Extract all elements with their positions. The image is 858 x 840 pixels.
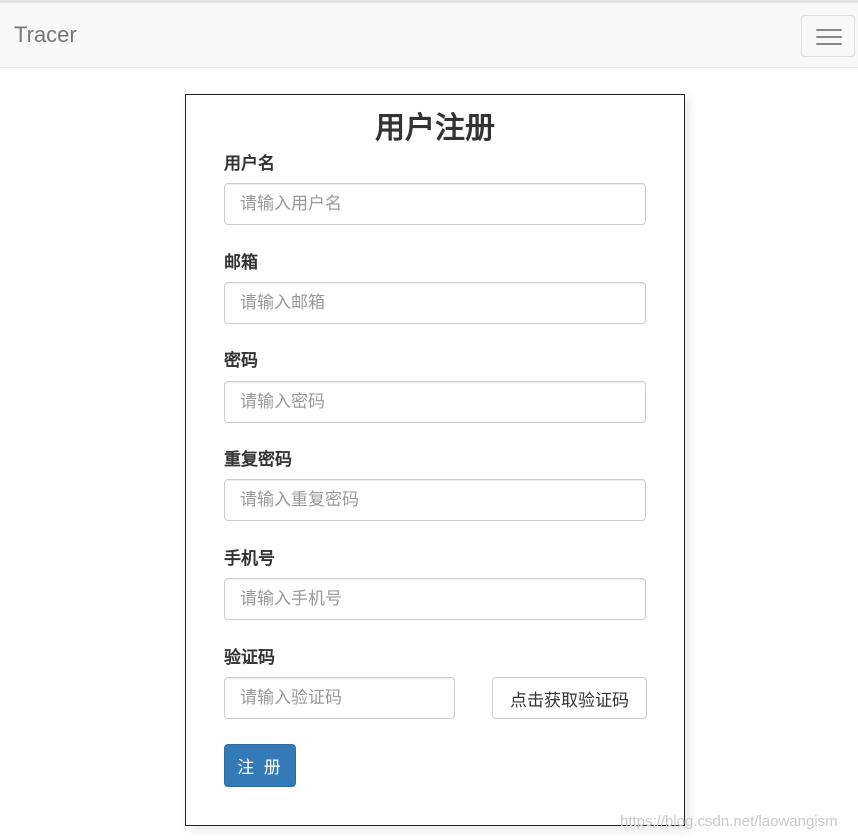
- navbar-toggle-button[interactable]: [801, 15, 855, 57]
- navbar: Tracer: [0, 3, 858, 68]
- username-input[interactable]: [224, 183, 646, 225]
- email-label: 邮箱: [224, 253, 258, 273]
- navbar-brand[interactable]: Tracer: [14, 21, 77, 49]
- password-label: 密码: [224, 351, 258, 371]
- email-input[interactable]: [224, 282, 646, 324]
- password-input[interactable]: [224, 381, 646, 423]
- register-submit-button[interactable]: 注 册: [224, 744, 296, 787]
- confirm-password-input[interactable]: [224, 479, 646, 521]
- mobile-input[interactable]: [224, 578, 646, 620]
- form-title: 用户注册: [375, 111, 495, 146]
- watermark: https://blog.csdn.net/laowangism: [620, 813, 838, 830]
- register-form-card: 用户注册 用户名 邮箱 密码 重复密码 手机号 验证码 点击获取验证码 注 册: [185, 94, 685, 826]
- username-label: 用户名: [224, 154, 275, 174]
- get-code-button[interactable]: 点击获取验证码: [492, 677, 647, 719]
- mobile-label: 手机号: [224, 549, 275, 569]
- verify-code-input[interactable]: [224, 677, 455, 719]
- confirm-password-label: 重复密码: [224, 450, 292, 470]
- verify-code-label: 验证码: [224, 648, 275, 668]
